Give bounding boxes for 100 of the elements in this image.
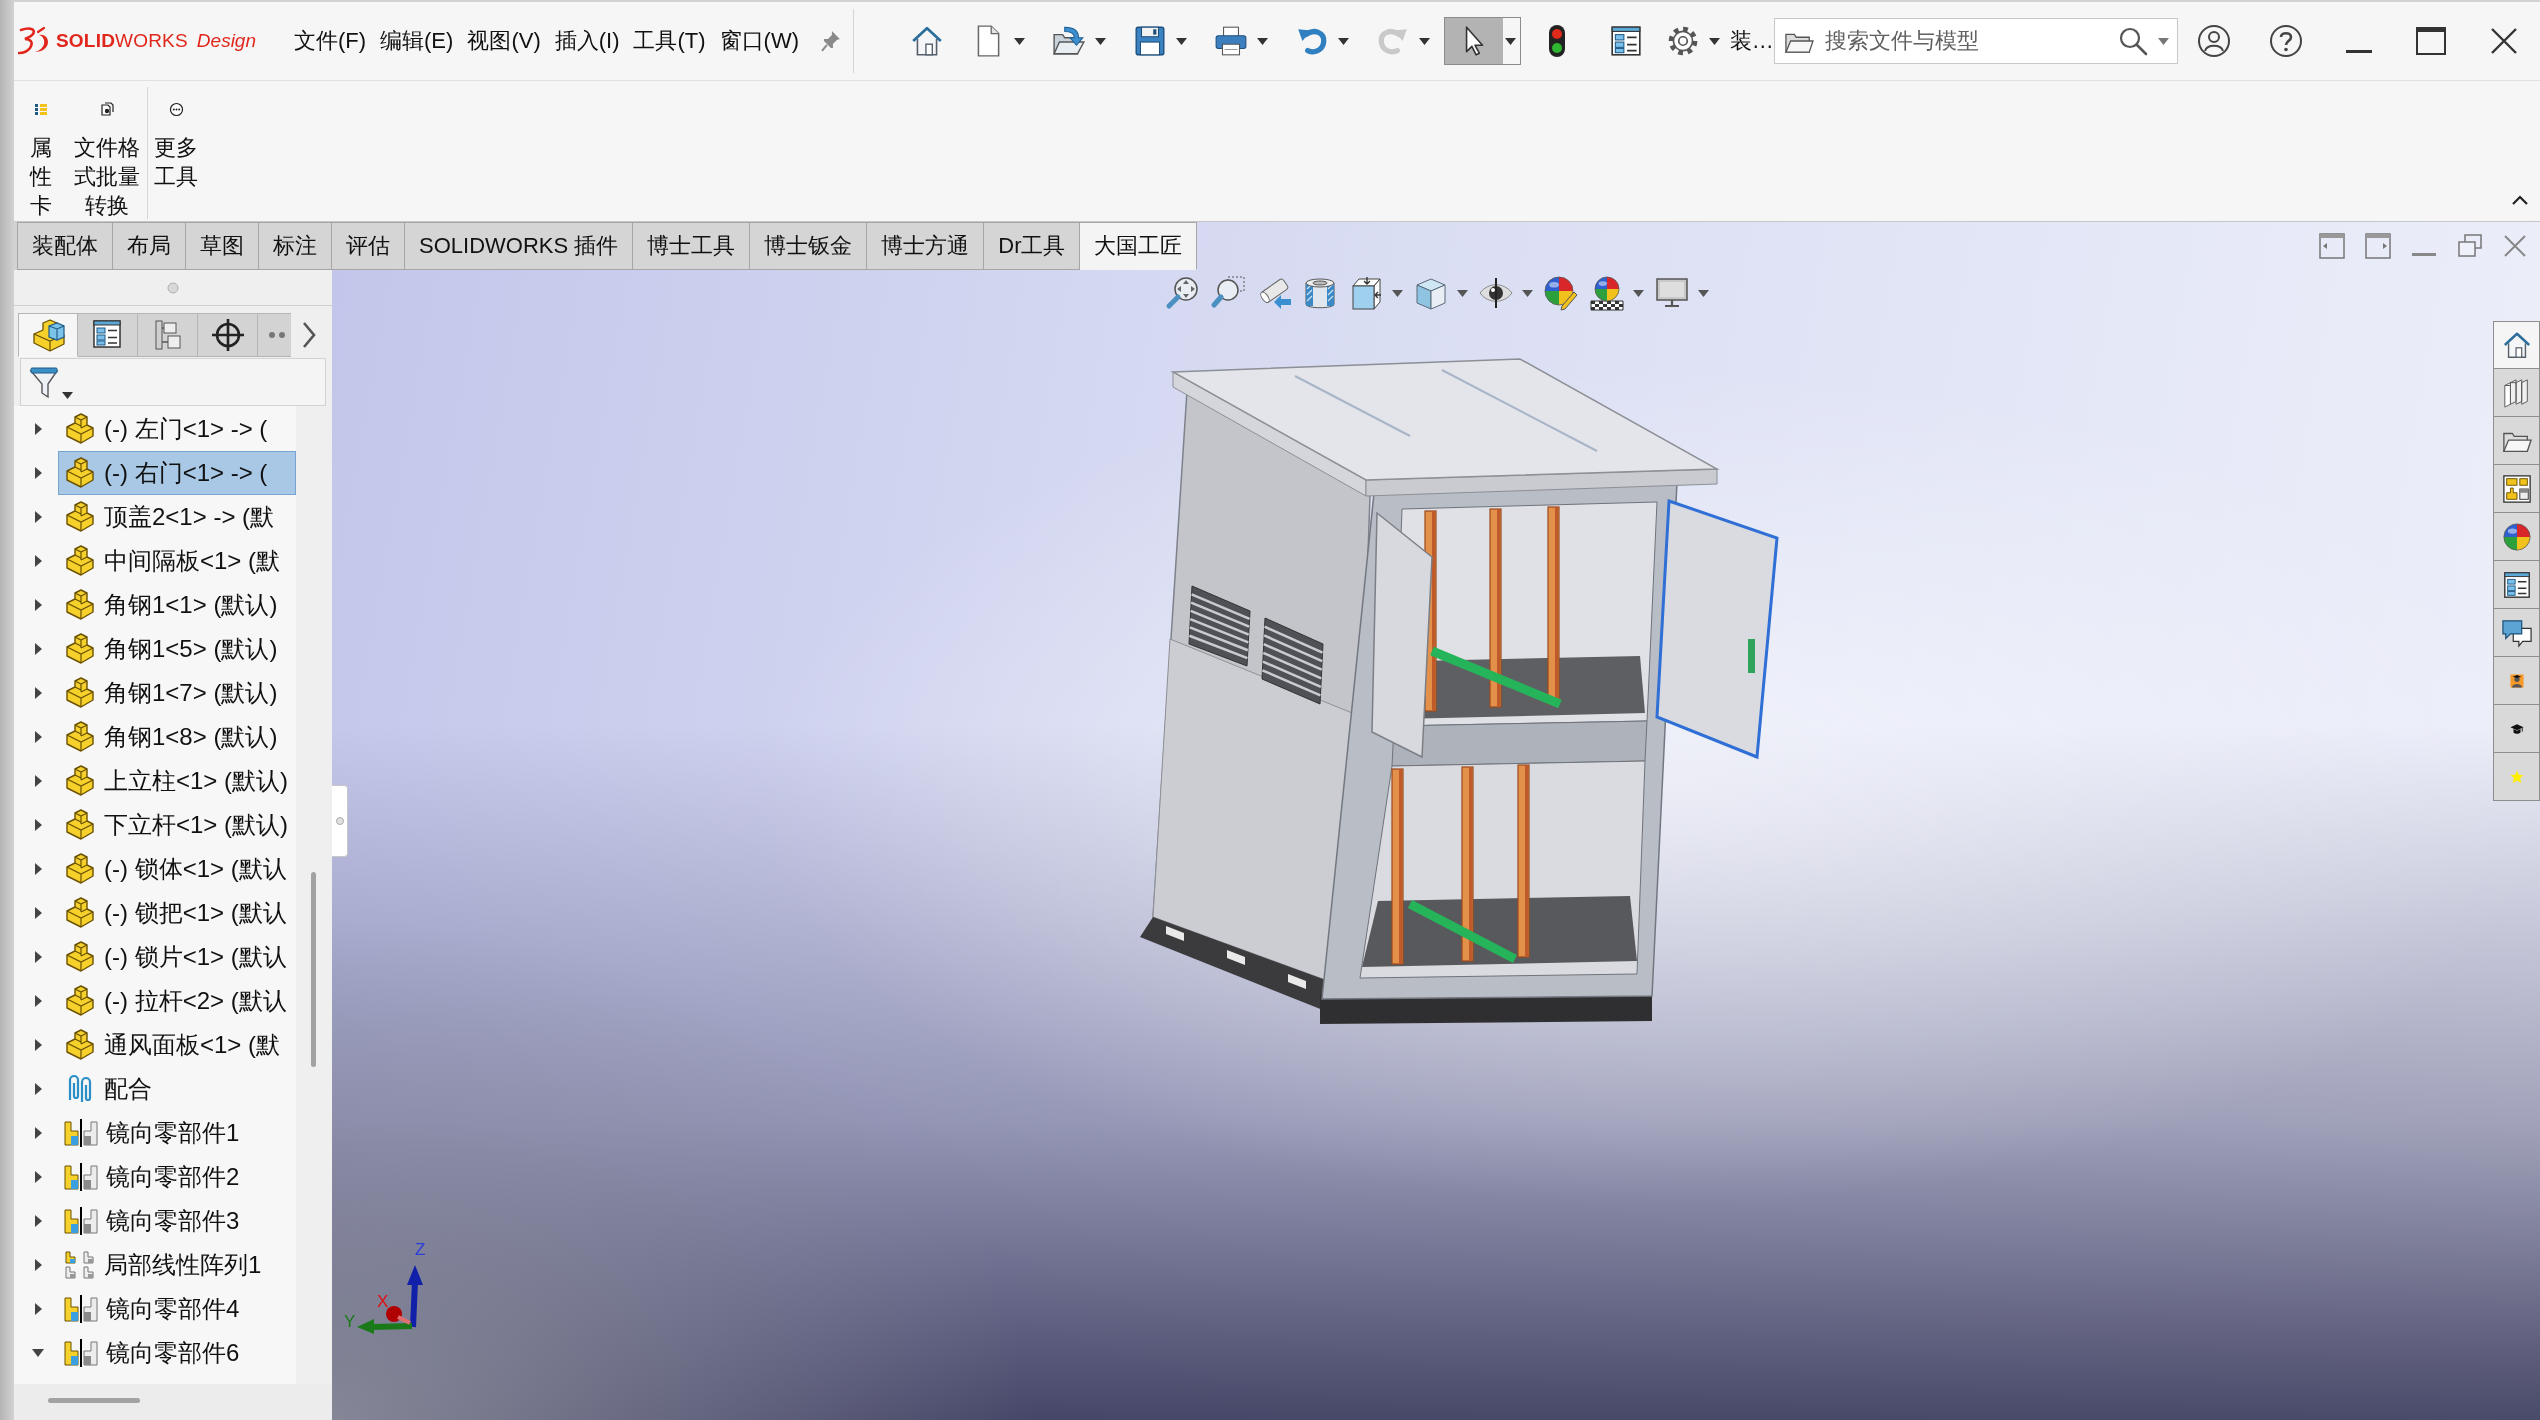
home-tab[interactable] <box>2493 321 2540 369</box>
pin-icon[interactable] <box>821 30 841 52</box>
more-options-icon[interactable] <box>168 102 184 117</box>
command-tab[interactable]: 布局 <box>113 222 186 270</box>
expand-arrow-icon[interactable] <box>32 599 44 611</box>
forum-tab[interactable] <box>2493 609 2540 657</box>
list-icon[interactable] <box>1608 24 1643 58</box>
list-icon[interactable] <box>2501 569 2532 600</box>
expand-arrow-icon[interactable] <box>32 863 44 875</box>
printer-icon[interactable] <box>1213 24 1248 58</box>
caret-icon[interactable] <box>1391 289 1403 297</box>
command-tab[interactable]: SOLIDWORKS 插件 <box>405 222 634 270</box>
expand-arrow-icon[interactable] <box>32 1127 44 1139</box>
tree-item[interactable]: 局部线性阵列1 <box>58 1243 296 1287</box>
menu-item[interactable]: 窗口(W) <box>719 26 799 56</box>
caret-icon[interactable] <box>62 392 73 399</box>
list-icon[interactable] <box>33 102 49 117</box>
property-manager-tab[interactable] <box>78 313 138 357</box>
collapse-arrow-icon[interactable] <box>32 1347 44 1359</box>
splitter-handle-icon[interactable] <box>167 281 179 294</box>
menu-item[interactable]: 工具(T) <box>633 26 706 56</box>
menu-item[interactable]: 视图(V) <box>467 26 541 56</box>
tree-item[interactable]: 通风面板<1> (默 <box>58 1023 296 1067</box>
dim-xpert-tab[interactable] <box>198 313 258 357</box>
learning-tab[interactable] <box>2493 705 2540 753</box>
tree-item[interactable]: 镜向零部件4 <box>58 1287 296 1331</box>
view-palette-tab[interactable] <box>2493 465 2540 513</box>
maximize-icon[interactable] <box>2415 26 2448 56</box>
caret-icon[interactable] <box>1632 289 1644 297</box>
color-ball-floor-icon[interactable] <box>1588 275 1625 311</box>
expand-arrow-icon[interactable] <box>32 687 44 699</box>
select-button[interactable] <box>1443 17 1521 65</box>
scrollbar-thumb[interactable] <box>311 872 316 1067</box>
apply-scene-button[interactable] <box>1588 275 1644 311</box>
tree-item[interactable]: 镜向零部件6 <box>58 1331 296 1375</box>
tree-item[interactable]: 镜向零部件3 <box>58 1199 296 1243</box>
panel-collapse-handle[interactable] <box>332 785 348 857</box>
home-icon[interactable] <box>2501 330 2532 360</box>
tree-item[interactable]: 角钢1<7> (默认) <box>58 671 296 715</box>
crosshair-icon[interactable] <box>210 318 245 352</box>
properties-button[interactable]: 属性卡 <box>18 81 64 220</box>
caret-icon[interactable] <box>1256 37 1268 45</box>
expand-arrow-icon[interactable] <box>32 1171 44 1183</box>
expand-arrow-icon[interactable] <box>32 775 44 787</box>
command-tab[interactable]: 装配体 <box>17 222 113 270</box>
tree-item[interactable]: (-) 左门<1> -> ( <box>58 407 296 451</box>
file-explorer-tab[interactable] <box>2493 417 2540 465</box>
feature-tree-tab[interactable] <box>18 313 78 357</box>
person-icon[interactable] <box>2509 673 2524 688</box>
expand-arrow-icon[interactable] <box>32 731 44 743</box>
person-tab[interactable] <box>2493 657 2540 705</box>
menu-item[interactable]: 文件(F) <box>293 26 367 56</box>
command-tab[interactable]: 评估 <box>332 222 405 270</box>
chevron-up-icon[interactable] <box>2512 195 2528 205</box>
caret-icon[interactable] <box>1337 37 1349 45</box>
caret-icon[interactable] <box>1521 289 1533 297</box>
eye-icon[interactable] <box>1477 275 1514 311</box>
expand-arrow-icon[interactable] <box>32 819 44 831</box>
expand-arrow-icon[interactable] <box>32 1259 44 1271</box>
command-tab[interactable]: 大国工匠 <box>1080 222 1198 270</box>
color-ball-pencil-icon[interactable] <box>1542 275 1579 311</box>
help-icon[interactable] <box>2269 24 2304 58</box>
hide-show-button[interactable] <box>1477 275 1533 311</box>
search-input[interactable]: 搜索文件与模型 <box>1824 28 2108 54</box>
caret-icon[interactable] <box>1013 37 1025 45</box>
magnifier-box-icon[interactable] <box>1209 275 1246 311</box>
command-tab[interactable]: Dr工具 <box>984 222 1081 270</box>
expand-arrow-icon[interactable] <box>32 423 44 435</box>
command-tab[interactable]: 博士方通 <box>867 222 985 270</box>
library-tab[interactable] <box>2493 369 2540 417</box>
tree-item[interactable]: 顶盖2<1> -> (默 <box>58 495 296 539</box>
graduation-cap-icon[interactable] <box>2509 721 2524 736</box>
caret-icon[interactable] <box>1094 37 1106 45</box>
tree-item[interactable]: (-) 拉杆<2> (默认 <box>58 979 296 1023</box>
command-tab[interactable]: 草图 <box>186 222 259 270</box>
tree-item[interactable]: 角钢1<1> (默认) <box>58 583 296 627</box>
tree-item[interactable]: 角钢1<8> (默认) <box>58 715 296 759</box>
color-ball-icon[interactable] <box>2501 521 2532 552</box>
star-icon[interactable] <box>2509 769 2524 784</box>
tree-item[interactable]: 镜向零部件2 <box>58 1155 296 1199</box>
tile-left-icon[interactable] <box>2319 233 2345 259</box>
expand-arrow-icon[interactable] <box>32 511 44 523</box>
tree-item[interactable]: 下立杆<1> (默认) <box>58 803 296 847</box>
search-icon[interactable] <box>2117 26 2148 56</box>
expand-arrow-icon[interactable] <box>32 1303 44 1315</box>
tree-item[interactable]: 角钢1<5> (默认) <box>58 627 296 671</box>
convert-icon[interactable] <box>99 102 115 117</box>
menu-item[interactable]: 插入(I) <box>554 26 620 56</box>
tree-item[interactable]: 上立柱<1> (默认) <box>58 759 296 803</box>
expand-arrow-icon[interactable] <box>32 467 44 479</box>
more-tools-button[interactable]: 更多工具 <box>151 81 201 191</box>
filter-button[interactable] <box>29 365 73 399</box>
user-icon[interactable] <box>2197 24 2232 58</box>
batch-convert-button[interactable]: 文件格式批量转换 <box>68 81 146 220</box>
caret-icon[interactable] <box>1456 289 1468 297</box>
expand-arrow-icon[interactable] <box>32 1215 44 1227</box>
search-field[interactable]: 搜索文件与模型 <box>1773 18 2178 64</box>
expand-arrow-icon[interactable] <box>32 643 44 655</box>
caret-icon[interactable] <box>1175 37 1187 45</box>
tree-item[interactable]: 中间隔板<1> (默 <box>58 539 296 583</box>
